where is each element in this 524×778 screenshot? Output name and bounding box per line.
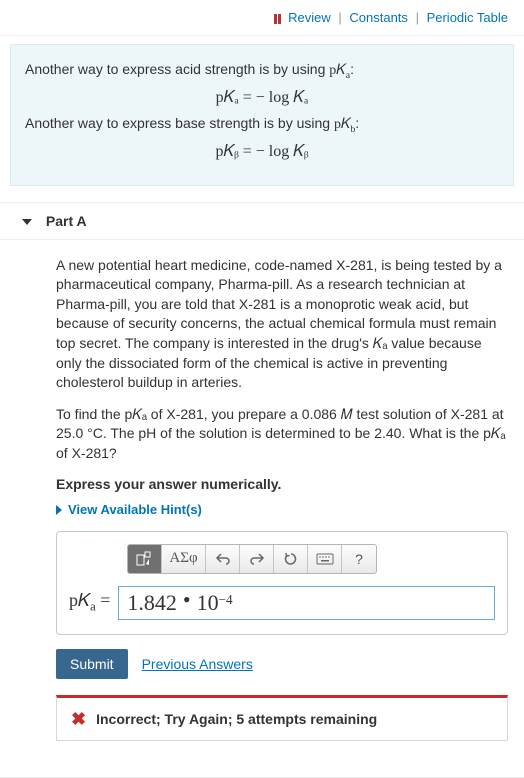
- answer-instruction: Express your answer numerically.: [56, 476, 508, 492]
- equation-pkb: p𝐾ᵦ = − log 𝐾ᵦ: [25, 143, 499, 161]
- feedback-box: ✖ Incorrect; Try Again; 5 attempts remai…: [56, 695, 508, 741]
- part-label: Part A: [46, 213, 87, 229]
- flag-icon: [274, 14, 281, 24]
- intro-box: Another way to express acid strength is …: [10, 44, 514, 186]
- redo-button[interactable]: [240, 545, 274, 573]
- submit-button[interactable]: Submit: [56, 649, 128, 679]
- reset-icon: [283, 551, 299, 567]
- view-hints-link[interactable]: View Available Hint(s): [56, 502, 508, 517]
- caret-down-icon: [22, 219, 32, 225]
- problem-paragraph-2: To find the p𝐾ₐ of X-281, you prepare a …: [56, 405, 508, 464]
- intro-line-1: Another way to express acid strength is …: [25, 61, 499, 81]
- previous-answers-link[interactable]: Previous Answers: [142, 656, 253, 672]
- undo-icon: [215, 552, 231, 566]
- problem-paragraph-1: A new potential heart medicine, code-nam…: [56, 256, 508, 393]
- undo-button[interactable]: [206, 545, 240, 573]
- periodic-table-link[interactable]: Periodic Table: [427, 10, 508, 25]
- redo-icon: [249, 552, 265, 566]
- answer-input[interactable]: 1.842•10−4: [118, 586, 495, 620]
- intro-line-2: Another way to express base strength is …: [25, 115, 499, 135]
- answer-label: p𝐾a =: [69, 590, 110, 615]
- constants-link[interactable]: Constants: [349, 10, 408, 25]
- template-picker-button[interactable]: [128, 545, 162, 573]
- separator: |: [416, 10, 419, 25]
- keyboard-button[interactable]: [308, 545, 342, 573]
- greek-letters-button[interactable]: ΑΣφ: [162, 545, 206, 573]
- feedback-text: Incorrect; Try Again; 5 attempts remaini…: [96, 711, 377, 727]
- submit-row: Submit Previous Answers: [56, 649, 508, 679]
- top-nav: Review | Constants | Periodic Table: [0, 0, 524, 36]
- keyboard-icon: [316, 553, 334, 565]
- triangle-right-icon: [56, 505, 62, 515]
- template-icon: [136, 551, 154, 567]
- equation-toolbar: ΑΣφ ?: [127, 544, 377, 574]
- answer-line: p𝐾a = 1.842•10−4: [69, 586, 495, 620]
- review-link[interactable]: Review: [288, 10, 331, 25]
- part-a-body: A new potential heart medicine, code-nam…: [0, 256, 524, 777]
- separator: |: [338, 10, 341, 25]
- incorrect-x-icon: ✖: [71, 710, 86, 728]
- reset-button[interactable]: [274, 545, 308, 573]
- bottom-divider: [0, 777, 524, 778]
- answer-box: ΑΣφ ? p𝐾a = 1.842•10−4: [56, 531, 508, 635]
- equation-pka: p𝐾ₐ = − log 𝐾ₐ: [25, 89, 499, 107]
- part-a-header[interactable]: Part A: [0, 202, 524, 240]
- help-button[interactable]: ?: [342, 545, 376, 573]
